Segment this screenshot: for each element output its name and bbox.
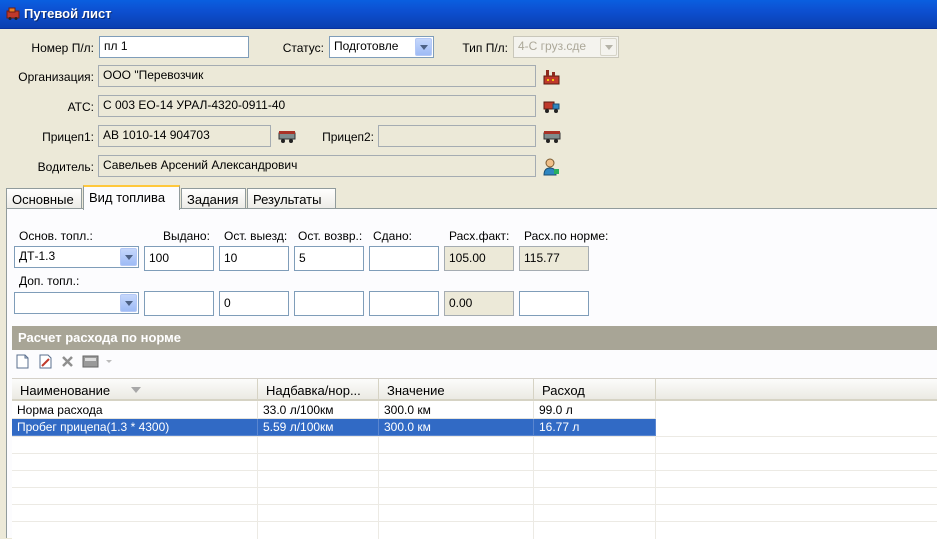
org-label: Организация: [18,70,94,84]
column-header-name[interactable]: Наименование [12,379,258,401]
factory-icon[interactable] [543,68,560,85]
rest-out-field[interactable]: 10 [219,246,289,271]
issued-label: Выдано: [163,229,210,243]
cell-rate: 33.0 л/100км [258,402,379,419]
number-label: Номер П/л: [31,41,94,55]
status-value: Подготовле [334,39,399,53]
cell-consumption: 16.77 л [534,419,656,436]
cell-consumption: 99.0 л [534,402,656,419]
norm-label: Расх.по норме: [524,229,609,243]
trailer2-label: Прицеп2: [322,130,374,144]
chevron-down-icon[interactable] [120,248,137,266]
rest-out-label: Ост. выезд: [224,229,288,243]
delete-icon[interactable] [60,354,75,369]
trailer-icon[interactable] [543,129,561,145]
cell-name: Норма расхода [12,402,258,419]
cell-value: 300.0 км [379,402,534,419]
main-fuel-value: ДТ-1.3 [19,249,56,263]
ats-field[interactable]: С 003 ЕО-14 УРАЛ-4320-0911-40 [98,95,536,117]
fact-field: 105.00 [444,246,514,271]
ats-label: АТС: [67,100,94,114]
extra-fuel-label: Доп. топл.: [19,274,80,288]
type-select[interactable]: 4-С груз.сде [513,36,619,58]
tab-fuel-type[interactable]: Вид топлива [83,185,180,210]
handed-field[interactable] [369,246,439,271]
handed-label: Сдано: [373,229,412,243]
window-title: Путевой лист [24,6,112,21]
person-icon[interactable] [543,158,560,176]
title-bar: Путевой лист [0,0,937,29]
truck-icon[interactable] [543,98,560,115]
app-icon [6,7,20,20]
cell-name: Пробег прицепа(1.3 * 4300) [12,419,258,436]
chevron-down-icon[interactable] [415,38,432,56]
table-row[interactable]: Норма расхода 33.0 л/100км 300.0 км 99.0… [12,402,657,419]
extra-fact-field: 0.00 [444,291,514,316]
trailer1-label: Прицеп1: [42,130,94,144]
fact-label: Расх.факт: [449,229,510,243]
column-header-rate[interactable]: Надбавка/нор... [258,379,379,401]
cell-rate: 5.59 л/100км [258,419,379,436]
extra-rest-in-field[interactable] [294,291,364,316]
column-header-consumption[interactable]: Расход [534,379,656,401]
trailer2-field[interactable] [378,125,536,147]
rest-in-field[interactable]: 5 [294,246,364,271]
rest-in-label: Ост. возвр.: [298,229,363,243]
extra-issued-field[interactable] [144,291,214,316]
column-header-filler [656,379,937,401]
main-fuel-label: Основ. топл.: [19,229,93,243]
issued-field[interactable]: 100 [144,246,214,271]
chevron-down-icon[interactable] [600,38,617,56]
new-doc-icon[interactable] [15,354,30,369]
tab-main[interactable]: Основные [6,188,82,209]
norm-field: 115.77 [519,246,589,271]
extra-norm-field[interactable] [519,291,589,316]
tab-results[interactable]: Результаты [247,188,336,209]
extra-handed-field[interactable] [369,291,439,316]
extra-fuel-select[interactable] [14,292,139,314]
extra-rest-out-field[interactable]: 0 [219,291,289,316]
tab-tasks[interactable]: Задания [181,188,246,209]
main-fuel-select[interactable]: ДТ-1.3 [14,246,139,268]
calc-toolbar [12,351,937,373]
calculator-icon[interactable] [82,354,99,369]
chevron-down-icon[interactable] [120,294,137,312]
number-field[interactable]: пл 1 [99,36,249,58]
edit-doc-icon[interactable] [38,354,53,369]
org-field[interactable]: ООО "Перевозчик [98,65,536,87]
driver-label: Водитель: [37,160,94,174]
norm-table: Наименование Надбавка/нор... Значение Ра… [12,378,937,539]
status-select[interactable]: Подготовле [329,36,434,58]
type-label: Тип П/л: [462,41,508,55]
dropdown-arrow-icon[interactable] [105,354,113,369]
trailer1-field[interactable]: АВ 1010-14 904703 [98,125,271,147]
trailer-icon[interactable] [278,129,296,145]
sort-desc-icon [131,387,141,393]
cell-value: 300.0 км [379,419,534,436]
section-header: Расчет расхода по норме [12,326,937,350]
status-label: Статус: [282,41,324,55]
column-header-value[interactable]: Значение [379,379,534,401]
table-row-selected[interactable]: Пробег прицепа(1.3 * 4300) 5.59 л/100км … [12,419,657,436]
driver-field[interactable]: Савельев Арсений Александрович [98,155,536,177]
type-value: 4-С груз.сде [518,39,587,53]
